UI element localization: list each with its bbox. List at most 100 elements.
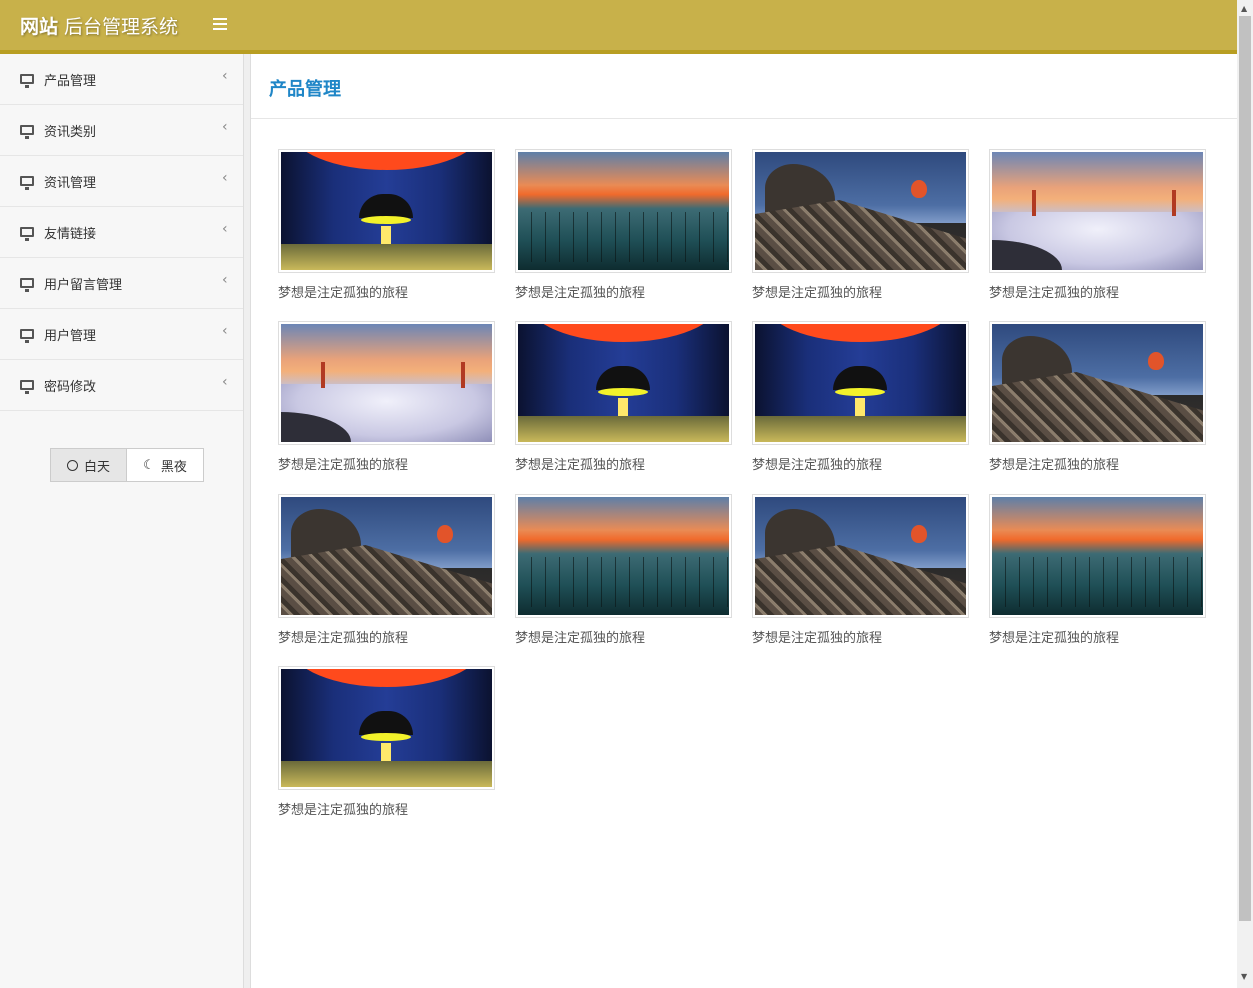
sidebar-item-news-category[interactable]: 资讯类别 ‹ (0, 105, 243, 156)
product-caption[interactable]: 梦想是注定孤独的旅程 (278, 627, 495, 646)
sidebar-item-label: 产品管理 (44, 74, 97, 89)
sidebar-item-product[interactable]: 产品管理 ‹ (0, 54, 243, 105)
sidebar-item-label: 密码修改 (44, 380, 97, 395)
bridge-photo (992, 152, 1203, 270)
scroll-up-icon[interactable]: ▲ (1241, 4, 1247, 13)
monitor-icon (20, 176, 34, 190)
product-thumbnail[interactable] (989, 321, 1206, 445)
product-caption[interactable]: 梦想是注定孤独的旅程 (278, 799, 495, 818)
monitor-icon (20, 329, 34, 343)
tunnel-photo (281, 152, 492, 270)
monitor-icon (20, 227, 34, 241)
day-mode-label: 白天 (83, 459, 110, 475)
chevron-left-icon: ‹ (222, 374, 228, 390)
sidebar-splitter[interactable] (243, 54, 251, 988)
product-card[interactable]: 梦想是注定孤独的旅程 (278, 494, 495, 646)
lake-photo (518, 497, 729, 615)
product-thumbnail[interactable] (278, 666, 495, 790)
product-caption[interactable]: 梦想是注定孤独的旅程 (752, 627, 969, 646)
product-card[interactable]: 梦想是注定孤独的旅程 (989, 321, 1206, 473)
monitor-icon (20, 278, 34, 292)
product-caption[interactable]: 梦想是注定孤独的旅程 (989, 454, 1206, 473)
day-mode-button[interactable]: 白天 (51, 449, 127, 481)
product-thumbnail[interactable] (752, 494, 969, 618)
product-caption[interactable]: 梦想是注定孤独的旅程 (989, 282, 1206, 301)
sidebar: 产品管理 ‹ 资讯类别 ‹ 资讯管理 ‹ 友情链接 ‹ 用户留言管理 ‹ 用户管… (0, 54, 243, 988)
town-photo (992, 324, 1203, 442)
product-card[interactable]: 梦想是注定孤独的旅程 (752, 494, 969, 646)
town-photo (281, 497, 492, 615)
monitor-icon (20, 380, 34, 394)
product-caption[interactable]: 梦想是注定孤独的旅程 (278, 282, 495, 301)
town-photo (755, 152, 966, 270)
sidebar-item-label: 资讯类别 (44, 125, 97, 140)
product-thumbnail[interactable] (278, 149, 495, 273)
chevron-left-icon: ‹ (222, 323, 228, 339)
sidebar-item-news[interactable]: 资讯管理 ‹ (0, 156, 243, 207)
theme-switcher: 白天 ☾ 黑夜 (50, 448, 204, 482)
product-caption[interactable]: 梦想是注定孤独的旅程 (515, 282, 732, 301)
lake-photo (518, 152, 729, 270)
chevron-left-icon: ‹ (222, 221, 228, 237)
product-card[interactable]: 梦想是注定孤独的旅程 (515, 149, 732, 301)
product-caption[interactable]: 梦想是注定孤独的旅程 (752, 282, 969, 301)
sidebar-item-messages[interactable]: 用户留言管理 ‹ (0, 258, 243, 309)
monitor-icon (20, 74, 34, 88)
sidebar-item-label: 资讯管理 (44, 176, 97, 191)
night-mode-button[interactable]: ☾ 黑夜 (127, 449, 203, 481)
tunnel-photo (518, 324, 729, 442)
main-content: 产品管理 梦想是注定孤独的旅程 梦想是注定孤独的旅程 梦想是注定孤独的旅程 梦想是注定… (251, 54, 1237, 988)
product-card[interactable]: 梦想是注定孤独的旅程 (989, 494, 1206, 646)
product-card[interactable]: 梦想是注定孤独的旅程 (515, 321, 732, 473)
brand-main: 网站 (20, 16, 59, 38)
product-thumbnail[interactable] (989, 149, 1206, 273)
product-thumbnail[interactable] (278, 494, 495, 618)
product-caption[interactable]: 梦想是注定孤独的旅程 (278, 454, 495, 473)
product-thumbnail[interactable] (515, 321, 732, 445)
product-thumbnail[interactable] (515, 149, 732, 273)
menu-toggle-icon[interactable] (213, 18, 227, 32)
product-card[interactable]: 梦想是注定孤独的旅程 (752, 321, 969, 473)
product-thumbnail[interactable] (278, 321, 495, 445)
brand-title: 网站 后台管理系统 (20, 12, 178, 39)
bridge-photo (281, 324, 492, 442)
chevron-left-icon: ‹ (222, 170, 228, 186)
chevron-left-icon: ‹ (222, 272, 228, 288)
sidebar-item-links[interactable]: 友情链接 ‹ (0, 207, 243, 258)
scrollbar-thumb[interactable] (1239, 16, 1251, 921)
top-header: 网站 后台管理系统 (0, 0, 1237, 54)
product-thumbnail[interactable] (515, 494, 732, 618)
chevron-left-icon: ‹ (222, 119, 228, 135)
chevron-left-icon: ‹ (222, 68, 228, 84)
product-thumbnail[interactable] (752, 149, 969, 273)
product-caption[interactable]: 梦想是注定孤独的旅程 (752, 454, 969, 473)
tunnel-photo (281, 669, 492, 787)
monitor-icon (20, 125, 34, 139)
vertical-scrollbar[interactable]: ▲ ▼ (1237, 0, 1253, 988)
moon-icon: ☾ (143, 457, 155, 473)
sun-icon (66, 459, 78, 471)
town-photo (755, 497, 966, 615)
sidebar-item-users[interactable]: 用户管理 ‹ (0, 309, 243, 360)
product-caption[interactable]: 梦想是注定孤独的旅程 (515, 454, 732, 473)
product-thumbnail[interactable] (989, 494, 1206, 618)
product-caption[interactable]: 梦想是注定孤独的旅程 (989, 627, 1206, 646)
sidebar-item-label: 用户管理 (44, 329, 97, 344)
sidebar-item-password[interactable]: 密码修改 ‹ (0, 360, 243, 411)
product-card[interactable]: 梦想是注定孤独的旅程 (278, 149, 495, 301)
lake-photo (992, 497, 1203, 615)
product-card[interactable]: 梦想是注定孤独的旅程 (989, 149, 1206, 301)
page-title: 产品管理 (269, 79, 341, 100)
scroll-down-icon[interactable]: ▼ (1241, 972, 1247, 981)
sidebar-item-label: 友情链接 (44, 227, 97, 242)
product-card[interactable]: 梦想是注定孤独的旅程 (278, 666, 495, 818)
product-thumbnail[interactable] (752, 321, 969, 445)
product-card[interactable]: 梦想是注定孤独的旅程 (752, 149, 969, 301)
product-card[interactable]: 梦想是注定孤独的旅程 (278, 321, 495, 473)
tunnel-photo (755, 324, 966, 442)
sidebar-item-label: 用户留言管理 (44, 278, 123, 293)
title-divider (251, 118, 1237, 119)
product-caption[interactable]: 梦想是注定孤独的旅程 (515, 627, 732, 646)
night-mode-label: 黑夜 (160, 459, 187, 475)
product-card[interactable]: 梦想是注定孤独的旅程 (515, 494, 732, 646)
